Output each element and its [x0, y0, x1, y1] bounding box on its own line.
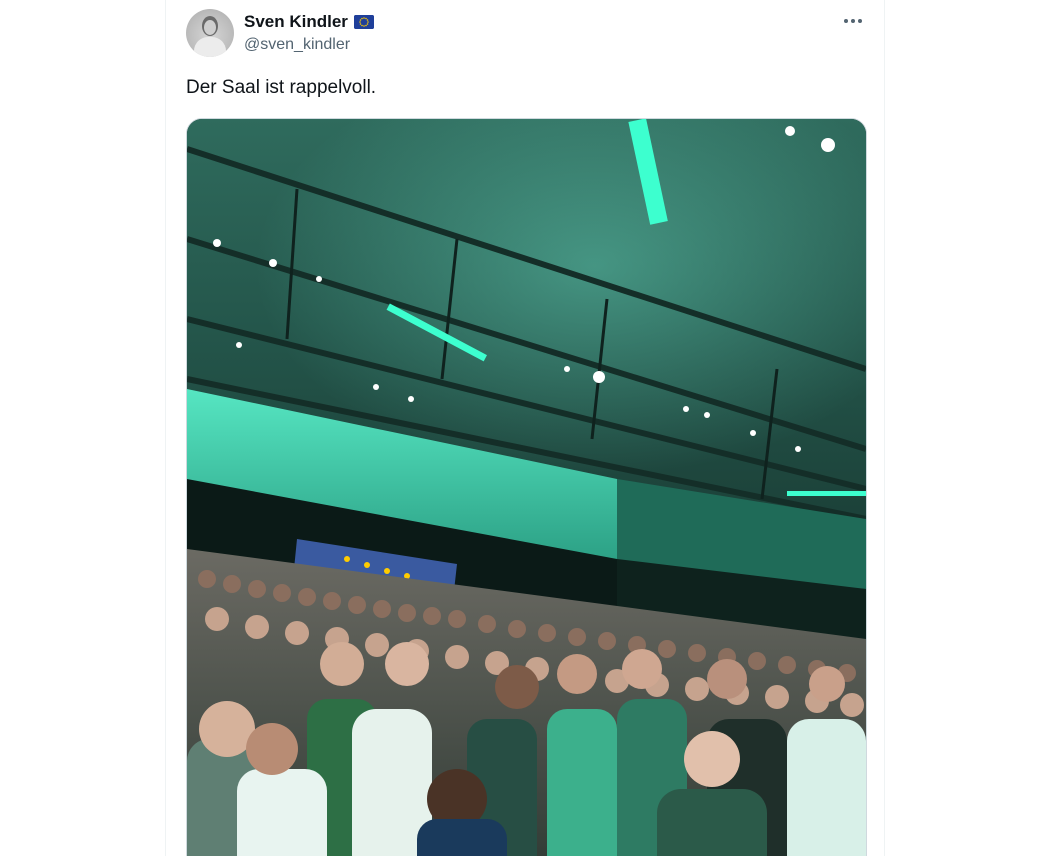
tweet-text: Der Saal ist rappelvoll.: [186, 77, 377, 98]
tweet-column: Sven Kindler @sven_kindler Der Saal ist …: [165, 0, 885, 856]
eu-flag-icon: [353, 15, 374, 29]
more-dot: [844, 19, 848, 23]
author-handle[interactable]: @sven_kindler: [244, 36, 350, 54]
more-options-icon[interactable]: [839, 10, 867, 32]
author-name-row: Sven Kindler: [244, 11, 374, 33]
crowd-hall-photo: [187, 119, 866, 856]
author-display-name[interactable]: Sven Kindler: [244, 12, 348, 32]
tweet-photo[interactable]: [186, 118, 867, 856]
page: Sven Kindler @sven_kindler Der Saal ist …: [0, 0, 1050, 856]
more-dot: [851, 19, 855, 23]
eu-flag-stars: [353, 15, 374, 29]
more-dot: [858, 19, 862, 23]
avatar-body: [194, 37, 226, 57]
avatar-face: [204, 20, 216, 35]
avatar[interactable]: [186, 9, 234, 57]
